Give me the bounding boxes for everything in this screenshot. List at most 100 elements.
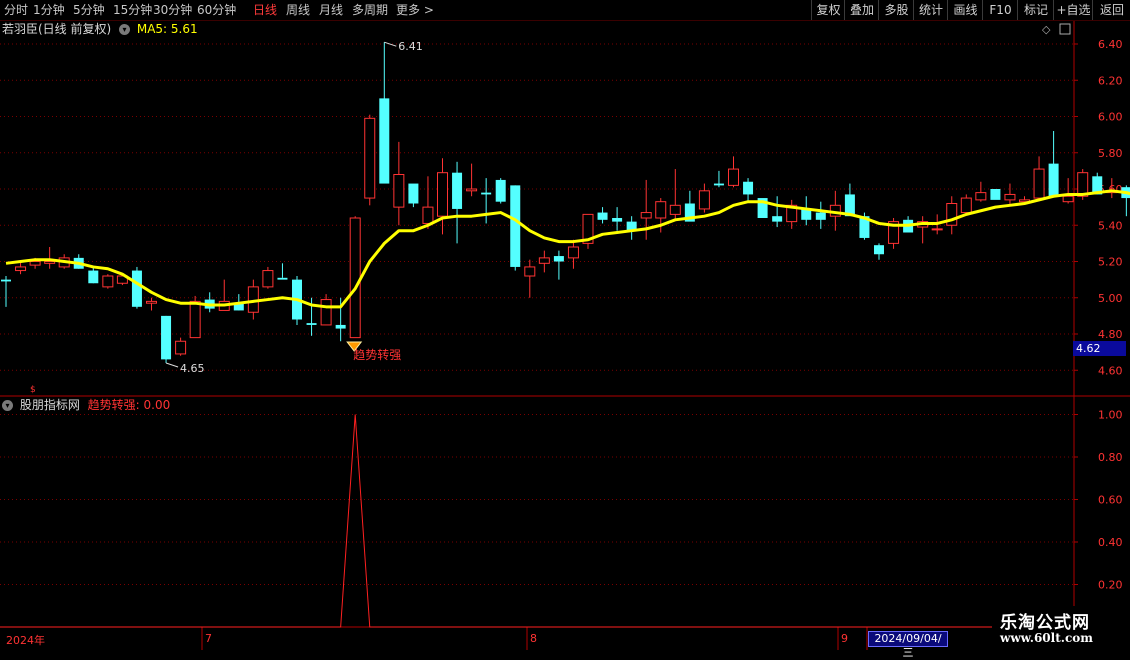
period-tab-5[interactable]: 60分钟	[197, 2, 236, 18]
candle-body	[698, 190, 710, 210]
month-label: 9	[841, 632, 848, 645]
month-label: 8	[530, 632, 537, 645]
candle-body	[88, 270, 99, 284]
candle-body	[364, 117, 376, 199]
candle-body	[640, 212, 652, 219]
toolbar-button-5[interactable]: F10	[982, 0, 1018, 20]
period-tab-10[interactable]: 更多 >	[396, 2, 434, 18]
candle-body	[510, 185, 521, 267]
candle-body	[320, 299, 332, 326]
candle-body	[655, 201, 667, 219]
candle-body	[990, 189, 1001, 200]
indicator-tick-label: 1.00	[1098, 409, 1123, 422]
candle-body	[567, 246, 579, 259]
candle-body	[960, 197, 972, 214]
candle-body	[393, 174, 405, 208]
price-tick-label: 5.20	[1098, 256, 1123, 269]
toolbar-button-2[interactable]: 多股	[878, 0, 914, 20]
candle-body	[728, 168, 739, 186]
candle-body	[466, 188, 478, 192]
indicator-line	[0, 414, 1130, 628]
toolbar-button-8[interactable]: 返回	[1092, 0, 1130, 20]
candle-body	[713, 183, 724, 186]
month-label: 7	[205, 632, 212, 645]
period-tab-9[interactable]: 多周期	[352, 2, 388, 18]
low-marker-line	[165, 362, 179, 368]
collapse-icon[interactable]: ▾	[2, 400, 13, 411]
signal-label: 趋势转强	[353, 347, 401, 362]
candle-body	[1048, 163, 1059, 197]
price-cursor-tag: 4.62	[1073, 341, 1126, 356]
price-tick-label: 6.40	[1098, 38, 1123, 51]
candle-body	[306, 323, 317, 325]
candle-body	[1033, 168, 1045, 199]
candle-body	[495, 179, 506, 202]
indicator-tick-label: 0.60	[1098, 494, 1123, 507]
candle-body	[349, 217, 361, 339]
candle-body	[335, 324, 346, 329]
candle-body	[538, 257, 550, 264]
candle-body	[262, 270, 274, 288]
ma5-label: MA5: 5.61	[136, 22, 198, 36]
indicator-tick-label: 0.40	[1098, 536, 1123, 549]
candle-body	[481, 192, 492, 195]
period-tab-7[interactable]: 周线	[286, 2, 310, 18]
candle-body	[437, 172, 448, 217]
diamond-icon[interactable]: ◇	[1042, 23, 1051, 36]
period-tab-8[interactable]: 月线	[319, 2, 343, 18]
candle-body	[815, 212, 826, 220]
candle-body	[15, 266, 27, 272]
candle-body	[524, 266, 536, 277]
high-marker-line	[384, 41, 397, 47]
candle-body	[44, 261, 56, 264]
candle-body	[131, 270, 142, 307]
indicator-tick-label: 0.80	[1098, 451, 1123, 464]
period-tab-6[interactable]: 日线	[253, 2, 277, 18]
period-tab-1[interactable]: 1分钟	[33, 2, 65, 18]
cursor-date-tag: 2024/09/04/三	[868, 631, 948, 659]
toolbar-button-6[interactable]: 标记	[1017, 0, 1054, 20]
period-tab-4[interactable]: 30分钟	[153, 2, 192, 18]
toolbar-button-7[interactable]: +自选	[1053, 0, 1093, 20]
price-tick-label: 5.40	[1098, 219, 1123, 232]
toolbar-button-1[interactable]: 叠加	[844, 0, 879, 20]
candle-body	[612, 218, 623, 222]
candle-body	[29, 261, 41, 266]
stock-title: 若羽臣(日线 前复权)	[2, 22, 112, 36]
candle-body	[161, 315, 172, 360]
toolbar-button-4[interactable]: 画线	[947, 0, 983, 20]
main-chart-legend: 若羽臣(日线 前复权) ▾ MA5: 5.61	[2, 22, 198, 36]
low-price-label: 4.65	[180, 362, 205, 375]
candle-body	[189, 300, 201, 339]
indicator-value-label: 趋势转强: 0.00	[87, 398, 171, 412]
candle-body	[1004, 193, 1016, 201]
candle-body	[743, 181, 754, 195]
year-label: 2024年	[6, 634, 45, 647]
watermark: 乐淘公式网 www.60lt.com	[992, 606, 1130, 650]
indicator-tick-label: 0.20	[1098, 579, 1123, 592]
period-tab-0[interactable]: 分时	[4, 2, 28, 18]
candle-body	[277, 277, 288, 280]
candle-body	[669, 204, 681, 215]
candle-body	[931, 228, 943, 231]
candle-body	[379, 98, 390, 184]
price-tick-label: 5.00	[1098, 292, 1123, 305]
sub-chart-legend: ▾ 股朋指标网 趋势转强: 0.00	[2, 398, 170, 412]
candle-body	[452, 172, 463, 209]
collapse-icon[interactable]: ▾	[119, 24, 131, 35]
candle-body	[1062, 195, 1074, 203]
candle-body	[975, 192, 987, 201]
price-tick-label: 4.60	[1098, 364, 1123, 377]
period-tab-2[interactable]: 5分钟	[73, 2, 105, 18]
candle-body	[408, 183, 419, 204]
candle-body	[146, 300, 157, 304]
kline-chart[interactable]: 6.406.206.005.805.605.405.205.004.804.60…	[0, 0, 1130, 650]
candle-body	[1, 279, 11, 282]
toolbar-button-0[interactable]: 复权	[811, 0, 845, 20]
maximize-icon[interactable]	[1059, 23, 1071, 35]
toolbar-button-3[interactable]: 统计	[913, 0, 948, 20]
candle-body	[102, 275, 114, 288]
candle-body	[422, 206, 434, 224]
indicator-source-title: 股朋指标网	[19, 398, 80, 412]
period-tab-3[interactable]: 15分钟	[113, 2, 152, 18]
